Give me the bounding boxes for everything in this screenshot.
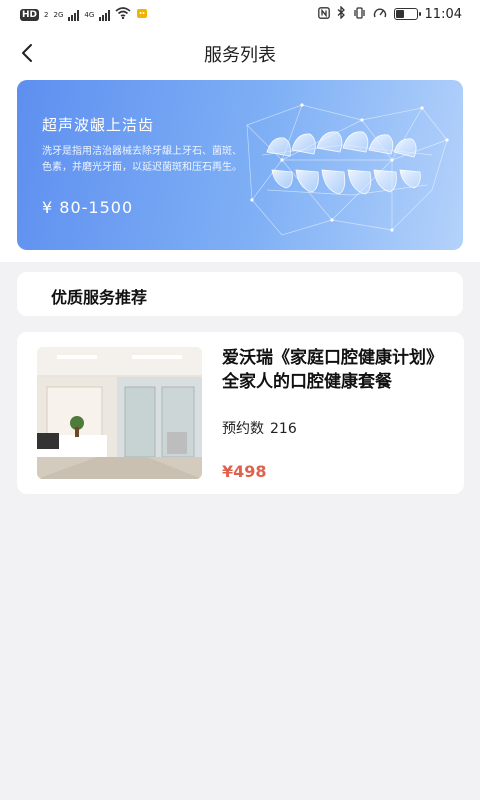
service-booking-count: 预约数 216 (222, 418, 297, 438)
booking-count-label: 预约数 (222, 421, 264, 437)
vibrate-icon (353, 6, 366, 22)
status-right: 11:04 (317, 5, 462, 22)
network-4g: 4G (84, 10, 95, 19)
service-price: ¥498 (222, 462, 267, 481)
sim-number: 2 (44, 10, 49, 19)
banner-description: 洗牙是指用洁治器械去除牙龈上牙石、菌斑、色素，并磨光牙面，以延迟菌斑和压石再生。 (42, 146, 242, 173)
page-title: 服务列表 (204, 45, 276, 66)
banner-title: 超声波龈上洁齿 (42, 116, 155, 134)
teeth-illustration (246, 103, 449, 236)
service-title: 爱沃瑞《家庭口腔健康计划》全家人的口腔健康套餐 (222, 348, 435, 392)
speed-gauge-icon (373, 7, 387, 22)
nfc-icon (317, 6, 330, 22)
clock: 11:04 (424, 6, 462, 22)
battery-icon (393, 8, 421, 20)
wifi-icon (115, 7, 131, 22)
banner-section: 超声波龈上洁齿 洗牙是指用洁治器械去除牙龈上牙石、菌斑、色素，并磨光牙面，以延迟… (0, 76, 480, 262)
notification-app-icon (136, 7, 148, 22)
status-left: HD 2 2G 4G (20, 7, 148, 22)
signal-icon-2 (99, 9, 111, 21)
service-thumbnail (37, 347, 202, 479)
section-header-card: 优质服务推荐 (17, 272, 463, 316)
promo-banner[interactable]: 超声波龈上洁齿 洗牙是指用洁治器械去除牙龈上牙石、菌斑、色素，并磨光牙面，以延迟… (17, 80, 463, 250)
banner-price: ¥ 80-1500 (42, 198, 134, 217)
nav-bar: 服务列表 (0, 30, 480, 76)
signal-icon (68, 9, 80, 21)
status-bar: HD 2 2G 4G 11:04 (0, 0, 480, 30)
section-title: 优质服务推荐 (51, 288, 148, 307)
service-card[interactable]: 爱沃瑞《家庭口腔健康计划》全家人的口腔健康套餐 预约数 216 ¥498 (17, 332, 464, 494)
bluetooth-icon (337, 5, 346, 22)
booking-count-value: 216 (270, 421, 297, 437)
network-2g: 2G (53, 10, 64, 19)
hd-badge: HD (20, 8, 40, 21)
